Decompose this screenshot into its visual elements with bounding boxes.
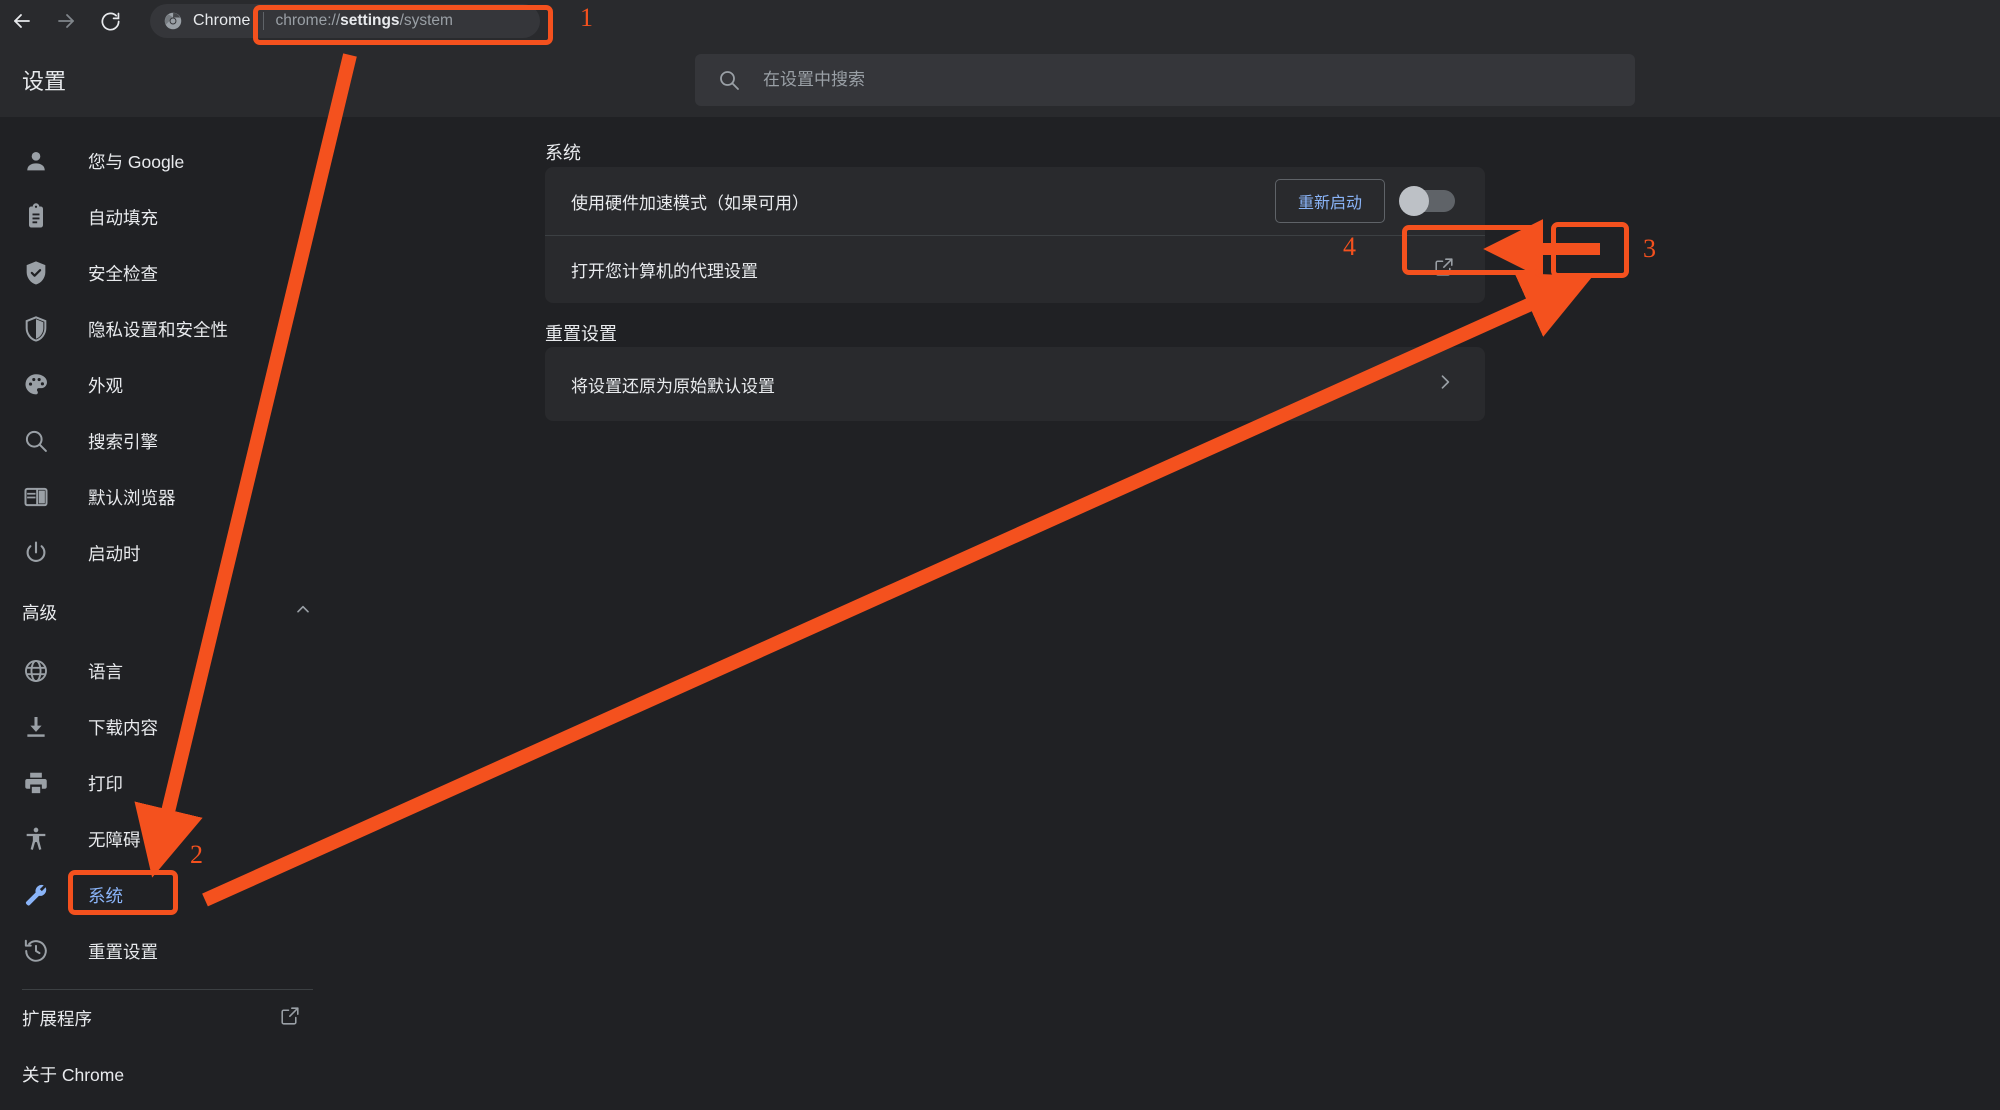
sidebar-item-label: 打印 (88, 773, 123, 794)
hardware-acceleration-toggle[interactable] (1399, 186, 1455, 216)
sidebar-item-privacy-security[interactable]: 隐私设置和安全性 (0, 301, 335, 357)
sidebar-item-on-startup[interactable]: 启动时 (0, 525, 335, 581)
settings-search-box[interactable] (695, 54, 1635, 106)
reset-card: 将设置还原为原始默认设置 (545, 347, 1485, 421)
page-title: 设置 (22, 68, 67, 94)
reset-section-title: 重置设置 (545, 324, 617, 344)
forward-button[interactable] (44, 0, 88, 42)
sidebar-item-languages[interactable]: 语言 (0, 643, 335, 699)
sidebar-item-label: 系统 (88, 885, 123, 906)
hardware-acceleration-row: 使用硬件加速模式（如果可用） 重新启动 (545, 167, 1485, 235)
sidebar-item-label: 关于 Chrome (22, 1064, 125, 1085)
sidebar-item-safety-check[interactable]: 安全检查 (0, 245, 335, 301)
globe-icon (22, 657, 50, 685)
external-link-icon[interactable] (279, 1005, 301, 1032)
advanced-label: 高级 (22, 602, 57, 623)
wrench-icon (22, 881, 50, 909)
hardware-acceleration-label: 使用硬件加速模式（如果可用） (571, 193, 809, 213)
url-prefix: chrome:// (275, 12, 341, 29)
sidebar-item-accessibility[interactable]: 无障碍 (0, 811, 335, 867)
sidebar-item-search-engine[interactable]: 搜索引擎 (0, 413, 335, 469)
annotation-number-4: 4 (1343, 232, 1356, 261)
chevron-right-icon[interactable] (1435, 372, 1455, 397)
sidebar-item-label: 无障碍 (88, 829, 141, 850)
back-button[interactable] (0, 0, 44, 42)
sidebar-item-autofill[interactable]: 自动填充 (0, 189, 335, 245)
chrome-logo-icon (164, 12, 182, 30)
reset-settings-label: 将设置还原为原始默认设置 (571, 376, 775, 396)
sidebar-item-label: 搜索引擎 (88, 431, 158, 452)
printer-icon (22, 769, 50, 797)
arrow-left-icon (10, 9, 34, 33)
power-icon (22, 539, 50, 567)
search-input[interactable] (763, 70, 1635, 90)
history-restore-icon (22, 937, 50, 965)
toggle-knob (1399, 186, 1429, 216)
palette-icon (22, 371, 50, 399)
restart-button[interactable]: 重新启动 (1274, 179, 1385, 223)
sidebar-item-you-and-google[interactable]: 您与 Google (0, 133, 335, 189)
download-icon (22, 713, 50, 741)
sidebar-item-downloads[interactable]: 下载内容 (0, 699, 335, 755)
person-icon (22, 147, 50, 175)
sidebar-item-system[interactable]: 系统 (0, 867, 335, 923)
annotation-number-3: 3 (1643, 234, 1656, 263)
reload-button[interactable] (88, 0, 132, 42)
shield-lock-icon (22, 315, 50, 343)
sidebar-item-label: 重置设置 (88, 941, 158, 962)
browser-toolbar: Chrome chrome://settings/system (0, 0, 2000, 42)
sidebar-item-label: 外观 (88, 375, 123, 396)
url-suffix: /system (399, 12, 453, 29)
search-icon (22, 427, 50, 455)
arrow-right-icon (54, 9, 78, 33)
omnibox-separator (262, 12, 264, 30)
sidebar-item-label: 扩展程序 (22, 1008, 92, 1029)
annotation-number-1: 1 (580, 3, 593, 32)
sidebar-item-reset-settings[interactable]: 重置设置 (0, 923, 335, 979)
sidebar-advanced-section-header[interactable]: 高级 (0, 581, 335, 643)
search-icon (717, 68, 741, 92)
sidebar-item-label: 语言 (88, 661, 123, 682)
omnibox-url[interactable]: chrome://settings/system (276, 12, 453, 30)
system-section-title: 系统 (545, 143, 581, 163)
sidebar-item-label: 您与 Google (88, 151, 185, 172)
reset-settings-row[interactable]: 将设置还原为原始默认设置 (545, 347, 1485, 421)
external-link-icon[interactable] (1433, 256, 1455, 283)
chrome-settings-window: Chrome chrome://settings/system 设置 您与 Go… (0, 0, 2000, 1110)
browser-window-icon (22, 483, 50, 511)
sidebar-item-label: 隐私设置和安全性 (88, 319, 228, 340)
settings-sidebar: 您与 Google 自动填充 安全检查 隐私设置和安全性 外观 搜索引擎 默认浏… (0, 117, 335, 1110)
sidebar-item-label: 默认浏览器 (88, 487, 176, 508)
accessibility-icon (22, 825, 50, 853)
sidebar-item-label: 启动时 (88, 543, 141, 564)
sidebar-item-appearance[interactable]: 外观 (0, 357, 335, 413)
clipboard-icon (22, 203, 50, 231)
proxy-settings-label: 打开您计算机的代理设置 (571, 262, 758, 281)
sidebar-item-label: 安全检查 (88, 263, 158, 284)
omnibox-brand-label: Chrome (193, 12, 251, 29)
sidebar-item-about-chrome[interactable]: 关于 Chrome (0, 1046, 335, 1102)
address-bar[interactable]: Chrome chrome://settings/system (150, 4, 540, 38)
sidebar-item-label: 下载内容 (88, 717, 158, 738)
settings-content: 系统 使用硬件加速模式（如果可用） 重新启动 打开您计算机的代理设置 重置设置 (335, 117, 2000, 1110)
sidebar-item-printing[interactable]: 打印 (0, 755, 335, 811)
url-bold-segment: settings (340, 12, 400, 29)
reload-icon (99, 10, 122, 33)
shield-check-icon (22, 259, 50, 287)
sidebar-item-default-browser[interactable]: 默认浏览器 (0, 469, 335, 525)
sidebar-item-extensions[interactable]: 扩展程序 (0, 990, 335, 1046)
chevron-up-icon[interactable] (293, 600, 313, 625)
annotation-number-2: 2 (190, 840, 203, 869)
sidebar-item-label: 自动填充 (88, 207, 158, 228)
